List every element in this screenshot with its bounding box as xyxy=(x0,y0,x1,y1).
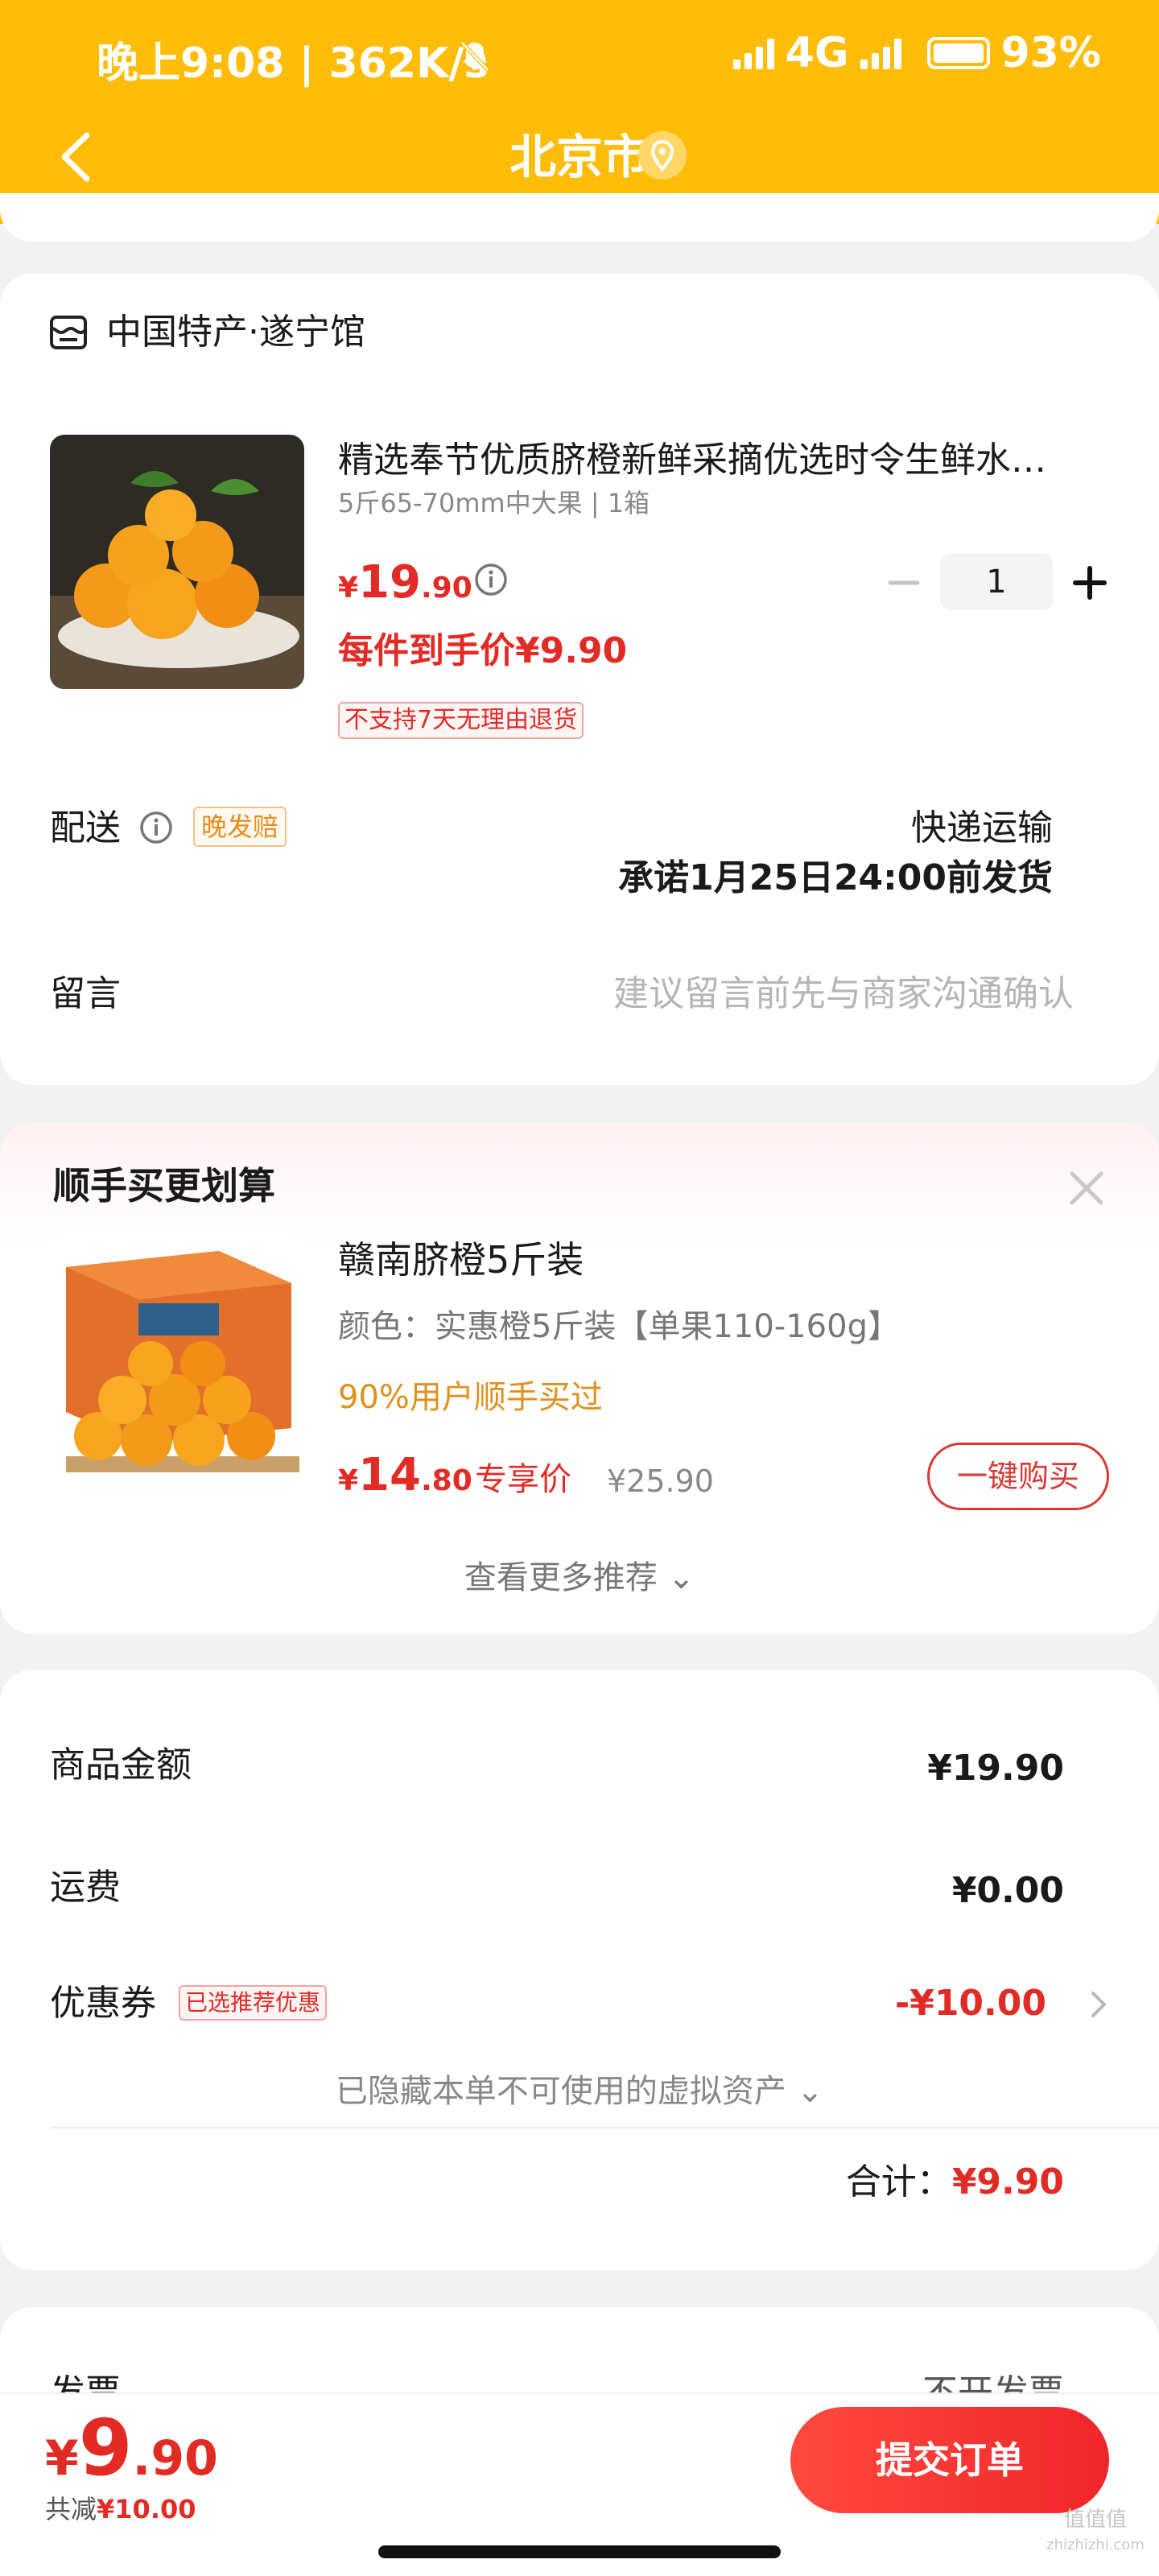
product-spec: 5斤65-70mm中大果 | 1箱 xyxy=(338,488,650,518)
product-title[interactable]: 精选奉节优质脐橙新鲜采摘优选时令生鲜水… xyxy=(338,435,1079,486)
close-icon[interactable] xyxy=(1064,1166,1109,1211)
top-header: 晚上9:08 | 362K/s 4G 93% 北京市 xyxy=(0,0,1159,224)
recommend-product-image[interactable] xyxy=(50,1235,304,1489)
home-indicator[interactable] xyxy=(378,2545,781,2558)
delivery-info-icon[interactable] xyxy=(138,810,174,845)
quantity-decrease-button[interactable] xyxy=(884,559,924,607)
chevron-down-icon: ⌄ xyxy=(667,1559,695,1596)
one-click-buy-button[interactable]: 一键购买 xyxy=(927,1443,1109,1510)
chevron-right-icon[interactable] xyxy=(1087,1987,1111,2022)
hidden-assets-toggle[interactable]: 已隐藏本单不可使用的虚拟资产 ⌄ xyxy=(0,2067,1159,2116)
order-total: 合计：¥9.90 xyxy=(845,2161,1064,2202)
memo-label: 留言 xyxy=(50,973,121,1014)
goods-amount-value: ¥19.90 xyxy=(927,1748,1064,1789)
info-icon[interactable] xyxy=(473,562,509,597)
shipping-promise: 承诺1月25日24:00前发货 xyxy=(618,857,1053,898)
recommend-product-spec: 颜色：实惠橙5斤装【单果110-160g】 xyxy=(338,1308,900,1345)
return-policy-tag: 不支持7天无理由退货 xyxy=(338,702,584,739)
goods-amount-label: 商品金额 xyxy=(50,1744,192,1785)
status-time: 晚上9:08 | 362K/s xyxy=(97,39,489,88)
quantity-input[interactable]: 1 xyxy=(940,554,1053,610)
total-discount: 共减¥10.00 xyxy=(45,2494,196,2524)
summary-divider xyxy=(50,2127,1159,2128)
recommend-popularity: 90%用户顺手买过 xyxy=(338,1379,603,1416)
recommend-title: 顺手买更划算 xyxy=(53,1164,275,1208)
unit-price-label: 每件到手价¥9.90 xyxy=(338,630,628,671)
store-icon xyxy=(48,312,89,353)
quantity-increase-button[interactable] xyxy=(1067,559,1112,607)
store-name[interactable]: 中国特产·遂宁馆 xyxy=(106,306,365,359)
memo-input[interactable]: 建议留言前先与商家沟通确认 xyxy=(613,968,1074,1021)
shipping-method[interactable]: 快递运输 xyxy=(911,802,1053,855)
battery-percent: 93% xyxy=(1000,29,1101,77)
product-price: ¥19.90 xyxy=(338,556,472,609)
product-image[interactable] xyxy=(50,435,304,689)
coupon-value[interactable]: -¥10.00 xyxy=(895,1977,1046,2030)
bell-muted-icon xyxy=(457,35,493,84)
watermark: 值值值 zhizhizhi.com xyxy=(1046,2508,1145,2553)
network-type: 4G xyxy=(785,29,849,77)
signal-icon-2 xyxy=(860,37,901,69)
delivery-label: 配送 xyxy=(50,807,121,848)
coupon-recommended-tag: 已选推荐优惠 xyxy=(179,1985,328,2021)
signal-icon xyxy=(732,37,774,69)
location-title[interactable]: 北京市 xyxy=(0,121,1159,193)
original-price: ¥25.90 xyxy=(607,1463,714,1499)
battery-icon xyxy=(926,37,990,69)
status-bar: 晚上9:08 | 362K/s 4G 93% xyxy=(0,24,1159,89)
recommend-price: ¥14.80 xyxy=(338,1449,472,1501)
late-compensation-tag[interactable]: 晚发赔 xyxy=(193,807,287,847)
shipping-fee-label: 运费 xyxy=(50,1867,121,1908)
more-recommendations-link[interactable]: 查看更多推荐 ⌄ xyxy=(0,1554,1159,1602)
submit-order-button[interactable]: 提交订单 xyxy=(790,2407,1109,2513)
previous-card-edge xyxy=(0,193,1159,242)
exclusive-price-label: 专享价 xyxy=(475,1461,571,1498)
chevron-down-icon: ⌄ xyxy=(796,2073,824,2110)
coupon-label[interactable]: 优惠券 xyxy=(50,1977,156,2030)
location-pin-icon[interactable] xyxy=(637,130,687,180)
shipping-fee-value: ¥0.00 xyxy=(951,1870,1064,1911)
recommend-product-name[interactable]: 赣南脐橙5斤装 xyxy=(338,1232,584,1288)
payable-price: ¥9.90 xyxy=(45,2403,218,2493)
